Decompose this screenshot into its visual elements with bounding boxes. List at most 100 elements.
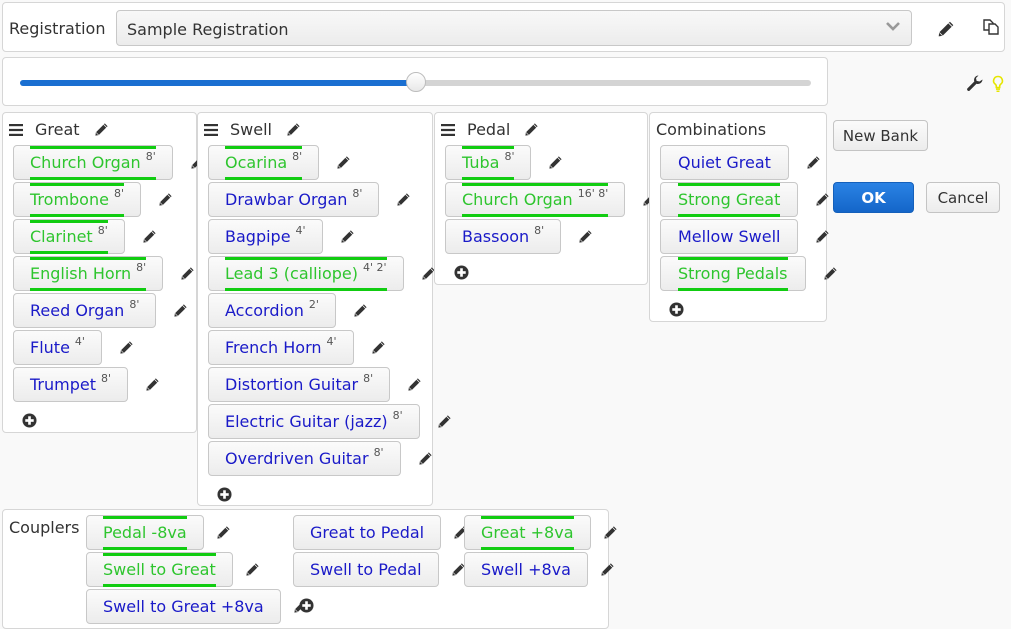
pencil-icon[interactable] (142, 229, 157, 244)
coupler-toggle[interactable]: Swell to Great (86, 552, 233, 587)
stop-label-wrap: Pedal -8va (103, 515, 187, 550)
stop-row: Church Organ 16' 8' (445, 181, 657, 218)
stop-label: Accordion (225, 300, 304, 320)
stop-label-wrap: Swell to Great (103, 552, 216, 587)
stop-toggle[interactable]: Tuba 8' (445, 145, 532, 180)
stop-toggle[interactable]: Trumpet 8' (13, 367, 129, 402)
pencil-icon[interactable] (806, 155, 821, 170)
stop-pitch: 8' (373, 445, 384, 459)
stop-toggle[interactable]: Drawbar Organ 8' (208, 182, 380, 217)
stop-toggle[interactable]: Electric Guitar (jazz) 8' (208, 404, 420, 439)
stop-label-wrap: English Horn 8' (30, 256, 147, 291)
lightbulb-icon[interactable] (991, 75, 1005, 93)
stop-label: Mellow Swell (678, 226, 781, 246)
coupler-toggle[interactable]: Swell to Pedal (293, 552, 439, 587)
pencil-icon[interactable] (603, 525, 618, 540)
stop-toggle[interactable]: Ocarina 8' (208, 145, 320, 180)
registration-select[interactable]: Sample Registration (116, 10, 912, 46)
combination-button[interactable]: Strong Great (660, 182, 799, 217)
pencil-icon[interactable] (119, 340, 134, 355)
pencil-icon[interactable] (937, 20, 955, 38)
pencil-icon[interactable] (180, 266, 195, 281)
stop-label: Great +8va (481, 522, 574, 542)
pencil-icon[interactable] (245, 562, 260, 577)
stop-toggle[interactable]: Reed Organ 8' (13, 293, 157, 328)
pencil-icon[interactable] (600, 562, 615, 577)
slider-thumb[interactable] (405, 72, 426, 92)
pencil-icon[interactable] (158, 192, 173, 207)
stop-label-wrap: Tuba 8' (462, 145, 515, 180)
pencil-icon[interactable] (145, 377, 160, 392)
volume-slider[interactable] (20, 72, 811, 92)
stop-toggle[interactable]: French Horn 4' (208, 330, 354, 365)
pencil-icon[interactable] (823, 266, 838, 281)
stop-toggle[interactable]: Lead 3 (calliope) 4' 2' (208, 256, 404, 291)
menu-icon[interactable] (204, 124, 218, 136)
stop-toggle[interactable]: Church Organ 8' (13, 145, 173, 180)
stop-label: English Horn (30, 263, 132, 283)
pencil-icon[interactable] (437, 414, 452, 429)
stop-toggle[interactable]: Accordion 2' (208, 293, 336, 328)
pencil-icon[interactable] (216, 525, 231, 540)
coupler-toggle[interactable]: Pedal -8va (86, 515, 204, 550)
stop-toggle[interactable]: Bassoon 8' (445, 219, 562, 254)
stop-toggle[interactable]: Distortion Guitar 8' (208, 367, 391, 402)
menu-icon[interactable] (441, 124, 455, 136)
pencil-icon[interactable] (340, 229, 355, 244)
pencil-icon[interactable] (353, 303, 368, 318)
cancel-button[interactable]: Cancel (926, 182, 1000, 213)
stop-toggle[interactable]: Flute 4' (13, 330, 102, 365)
pencil-icon[interactable] (286, 122, 301, 137)
coupler-item: Swell +8va (464, 552, 615, 587)
stop-pitch: 8' (129, 297, 140, 311)
stop-label: Pedal -8va (103, 522, 187, 542)
pencil-icon[interactable] (524, 122, 539, 137)
menu-icon[interactable] (9, 124, 23, 136)
stop-toggle[interactable]: Church Organ 16' 8' (445, 182, 626, 217)
stop-toggle[interactable]: English Horn 8' (13, 256, 164, 291)
stop-pitch: 8' (363, 371, 374, 385)
stop-label: Trombone (30, 189, 109, 209)
pencil-icon[interactable] (94, 122, 109, 137)
new-bank-button[interactable]: New Bank (833, 120, 928, 151)
copy-icon[interactable] (982, 18, 1000, 36)
add-coupler-icon[interactable] (299, 598, 314, 613)
wrench-icon[interactable] (966, 75, 984, 93)
pencil-icon[interactable] (815, 192, 830, 207)
pencil-icon[interactable] (336, 155, 351, 170)
pencil-icon[interactable] (396, 192, 411, 207)
combination-button[interactable]: Mellow Swell (660, 219, 799, 254)
stop-toggle[interactable]: Trombone 8' (13, 182, 141, 217)
coupler-toggle[interactable]: Swell +8va (464, 552, 588, 587)
pencil-icon[interactable] (548, 155, 563, 170)
division-swell: Swell Ocarina 8' Drawbar Organ 8' Bagpipe 4' L… (197, 112, 433, 506)
stop-toggle[interactable]: Clarinet 8' (13, 219, 125, 254)
stop-row: Clarinet 8' (13, 218, 205, 255)
pencil-icon[interactable] (407, 377, 422, 392)
stop-label-wrap: Swell to Pedal (310, 553, 422, 587)
add-stop-icon[interactable] (22, 413, 37, 428)
pencil-icon[interactable] (815, 229, 830, 244)
stop-pitch: 8' (534, 223, 545, 237)
pencil-icon[interactable] (578, 229, 593, 244)
combination-button[interactable]: Quiet Great (660, 145, 789, 180)
combination-button[interactable]: Strong Pedals (660, 256, 806, 291)
coupler-toggle[interactable]: Great +8va (464, 515, 591, 550)
stop-toggle[interactable]: Bagpipe 4' (208, 219, 323, 254)
stop-pitch: 8' (392, 408, 403, 422)
division-pedal: Pedal Tuba 8' Church Organ 16' 8' Bassoon 8' (434, 112, 648, 285)
pencil-icon[interactable] (173, 303, 188, 318)
coupler-toggle[interactable]: Swell to Great +8va (86, 589, 281, 624)
stop-toggle[interactable]: Overdriven Guitar 8' (208, 441, 401, 476)
pencil-icon[interactable] (371, 340, 386, 355)
add-stop-icon[interactable] (454, 265, 469, 280)
stop-label: Swell to Great +8va (103, 596, 264, 616)
coupler-toggle[interactable]: Great to Pedal (293, 515, 442, 550)
stop-label: Flute (30, 337, 70, 357)
add-stop-icon[interactable] (217, 487, 232, 502)
add-combination-icon[interactable] (669, 302, 684, 317)
stop-label-wrap: Trumpet 8' (30, 368, 111, 402)
pencil-icon[interactable] (418, 451, 433, 466)
ok-button[interactable]: OK (833, 182, 914, 213)
stop-label-wrap: Bagpipe 4' (225, 220, 306, 254)
